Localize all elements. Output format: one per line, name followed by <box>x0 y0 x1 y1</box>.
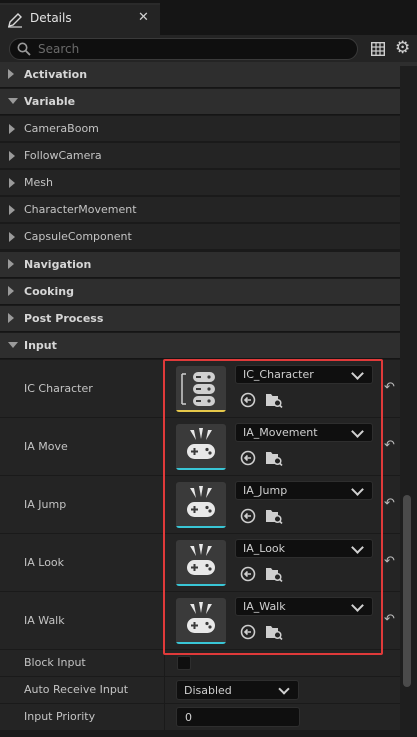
table-view-icon[interactable] <box>370 41 386 57</box>
category-cooking[interactable]: Cooking <box>0 279 417 305</box>
input-priority-field[interactable]: 0 <box>176 707 300 727</box>
asset-property-label: IA Move <box>24 440 68 453</box>
reset-to-default-icon[interactable]: ↶ <box>384 496 395 511</box>
highlight-box <box>163 359 383 655</box>
expand-arrow-icon <box>8 259 14 269</box>
scrollbar-thumb[interactable] <box>403 495 411 687</box>
asset-property-label: IA Jump <box>24 498 67 511</box>
settings-gear-icon[interactable]: ⚙ <box>395 39 410 57</box>
details-tab[interactable]: Details ✕ <box>0 3 160 35</box>
variable-label: CameraBoom <box>24 122 99 135</box>
search-input[interactable] <box>38 41 338 57</box>
variable-label: CharacterMovement <box>24 203 137 216</box>
category-label: Navigation <box>24 258 92 271</box>
category-activation[interactable]: Activation <box>0 62 417 88</box>
expand-arrow-icon <box>8 286 14 296</box>
asset-property-label: IA Look <box>24 556 65 569</box>
reset-to-default-icon[interactable]: ↶ <box>384 612 395 627</box>
expand-arrow-icon <box>9 205 15 215</box>
input-priority-value: 0 <box>185 711 192 724</box>
collapse-arrow-icon <box>8 342 18 348</box>
reset-to-default-icon[interactable]: ↶ <box>384 380 395 395</box>
pencil-icon <box>7 12 23 28</box>
category-label: Post Process <box>24 312 104 325</box>
column-divider <box>164 677 165 703</box>
reset-to-default-icon[interactable]: ↶ <box>384 554 395 569</box>
search-icon <box>17 42 31 60</box>
close-icon[interactable]: ✕ <box>138 10 149 25</box>
variable-item-capsulecomponent[interactable]: CapsuleComponent <box>0 224 417 250</box>
search-box[interactable] <box>9 38 358 60</box>
category-label: Cooking <box>24 285 74 298</box>
auto-receive-input-row: Auto Receive Input Disabled <box>0 677 400 704</box>
input-priority-label: Input Priority <box>24 710 96 723</box>
variable-item-cameraboom[interactable]: CameraBoom <box>0 116 417 142</box>
reset-to-default-icon[interactable]: ↶ <box>384 438 395 453</box>
expand-arrow-icon <box>9 151 15 161</box>
expand-arrow-icon <box>9 178 15 188</box>
category-navigation[interactable]: Navigation <box>0 252 417 278</box>
auto-receive-input-dropdown[interactable]: Disabled <box>176 680 299 700</box>
expand-arrow-icon <box>8 313 14 323</box>
asset-property-label: IA Walk <box>24 614 65 627</box>
asset-property-label: IC Character <box>24 382 93 395</box>
category-post-process[interactable]: Post Process <box>0 306 417 332</box>
expand-arrow-icon <box>8 69 14 79</box>
block-input-label: Block Input <box>24 656 86 669</box>
variable-label: FollowCamera <box>24 149 102 162</box>
category-input[interactable]: Input <box>0 333 417 359</box>
column-divider <box>164 704 165 730</box>
variable-label: CapsuleComponent <box>24 230 132 243</box>
block-input-checkbox[interactable] <box>177 656 191 670</box>
auto-receive-input-label: Auto Receive Input <box>24 683 129 696</box>
collapse-arrow-icon <box>8 98 18 104</box>
variable-label: Mesh <box>24 176 53 189</box>
tab-title: Details <box>30 11 72 25</box>
category-label: Input <box>24 339 57 352</box>
chevron-down-icon <box>278 683 290 695</box>
input-priority-row: Input Priority 0 <box>0 704 400 731</box>
category-label: Variable <box>24 95 76 108</box>
variable-item-charactermovement[interactable]: CharacterMovement <box>0 197 417 223</box>
variable-item-followcamera[interactable]: FollowCamera <box>0 143 417 169</box>
variable-item-mesh[interactable]: Mesh <box>0 170 417 196</box>
expand-arrow-icon <box>9 124 15 134</box>
category-variable[interactable]: Variable <box>0 89 417 115</box>
expand-arrow-icon <box>9 232 15 242</box>
category-label: Activation <box>24 68 88 81</box>
dropdown-value: Disabled <box>184 684 232 697</box>
